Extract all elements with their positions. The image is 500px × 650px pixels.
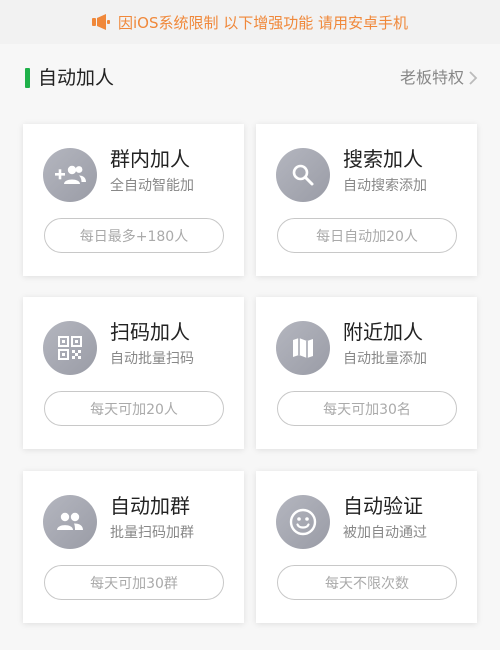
map-icon [276,321,330,375]
add-group-icon [43,148,97,202]
notice-text: 因iOS系统限制 以下增强功能 请用安卓手机 [117,13,409,32]
megaphone-icon [91,14,110,30]
card-title: 搜索加人 [343,147,423,171]
card-limit-pill[interactable]: 每日最多+180人 [44,218,224,253]
card-subtitle: 自动搜索添加 [343,178,427,194]
card-title: 附近加人 [343,320,423,344]
card-nearby-add[interactable]: 附近加人 自动批量添加 每天可加30名 [256,297,477,449]
boss-privilege-link[interactable]: 老板特权 [400,64,478,92]
card-limit-pill[interactable]: 每日自动加20人 [277,218,457,253]
ios-limit-notice: 因iOS系统限制 以下增强功能 请用安卓手机 [0,0,500,44]
card-subtitle: 被加自动通过 [343,525,427,541]
card-title: 自动验证 [343,494,423,518]
card-subtitle: 自动批量扫码 [110,351,194,367]
chevron-right-icon [469,71,478,85]
card-group-add[interactable]: 群内加人 全自动智能加 每日最多+180人 [23,124,244,276]
card-limit-pill[interactable]: 每天可加20人 [44,391,224,426]
card-subtitle: 自动批量添加 [343,351,427,367]
card-scan-add[interactable]: 扫码加人 自动批量扫码 每天可加20人 [23,297,244,449]
card-subtitle: 全自动智能加 [110,178,194,194]
card-title: 群内加人 [110,147,190,171]
card-subtitle: 批量扫码加群 [110,525,194,541]
people-icon [43,495,97,549]
card-limit-pill[interactable]: 每天可加30群 [44,565,224,600]
card-auto-verify[interactable]: 自动验证 被加自动通过 每天不限次数 [256,471,477,623]
card-search-add[interactable]: 搜索加人 自动搜索添加 每日自动加20人 [256,124,477,276]
section-accent-bar [25,68,30,88]
qr-code-icon [43,321,97,375]
card-limit-pill[interactable]: 每天可加30名 [277,391,457,426]
card-title: 自动加群 [110,494,190,518]
card-limit-pill[interactable]: 每天不限次数 [277,565,457,600]
card-auto-join-group[interactable]: 自动加群 批量扫码加群 每天可加30群 [23,471,244,623]
boss-privilege-label: 老板特权 [399,68,464,87]
section-title: 自动加人 [38,67,115,89]
card-title: 扫码加人 [110,320,190,344]
search-icon [276,148,330,202]
smiley-icon [276,495,330,549]
